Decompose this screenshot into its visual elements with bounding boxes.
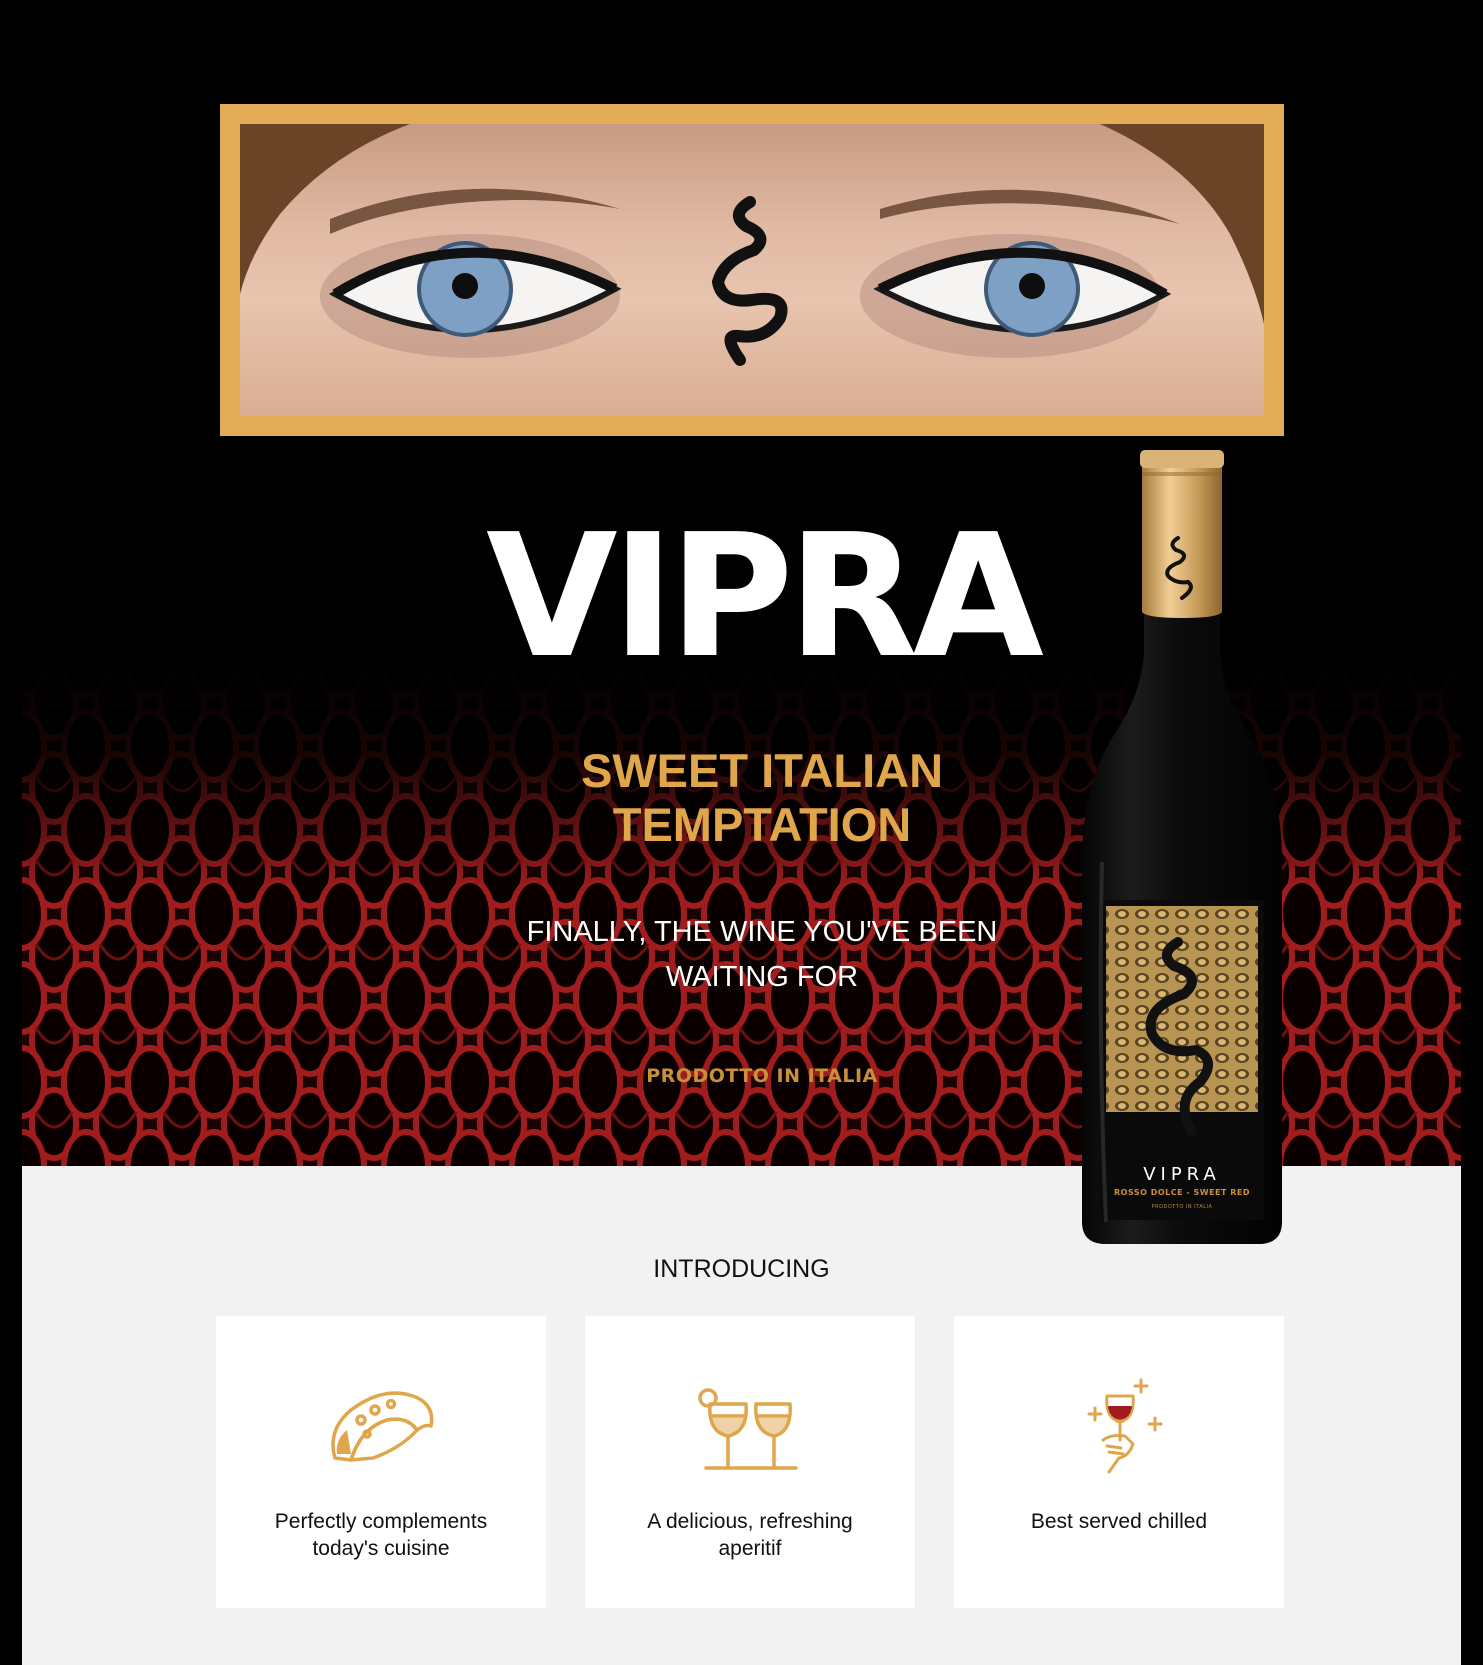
bottle-label-origin: PRODOTTO IN ITALIA <box>1151 1204 1213 1210</box>
feature-caption-aperitif: A delicious, refreshing aperitif <box>605 1508 895 1562</box>
feature-caption-chilled: Best served chilled <box>974 1508 1264 1535</box>
subline: FINALLY, THE WINE YOU'VE BEEN WAITING FO… <box>492 910 1032 1000</box>
caption-line-1: A delicious, refreshing <box>647 1510 853 1533</box>
tagline: SWEET ITALIAN TEMPTATION <box>492 744 1032 852</box>
bottle-label-brand: VIPRA <box>1143 1164 1221 1185</box>
feature-card-chilled: Best served chilled <box>954 1316 1284 1608</box>
introducing-heading: INTRODUCING <box>653 1255 830 1283</box>
snake-logo-icon <box>711 196 788 366</box>
brand-title: VIPRA <box>486 498 1044 696</box>
chilled-glass-icon <box>1059 1374 1179 1484</box>
made-in-italy: PRODOTTO IN ITALIA <box>646 1065 878 1087</box>
eyes-photo <box>240 124 1264 416</box>
feature-caption-cuisine: Perfectly complements today's cuisine <box>236 1508 526 1562</box>
feature-card-cuisine: Perfectly complements today's cuisine <box>216 1316 546 1608</box>
page-frame: VIPRA SWEET ITALIAN TEMPTATION FINALLY, … <box>22 22 1461 1665</box>
bottle-label-variety: ROSSO DOLCE - SWEET RED <box>1114 1188 1250 1197</box>
caption-line-2: aperitif <box>718 1537 782 1560</box>
tagline-line-2: TEMPTATION <box>612 798 912 851</box>
feature-card-aperitif: A delicious, refreshing aperitif <box>585 1316 915 1608</box>
taco-icon <box>321 1374 441 1484</box>
subline-line-2: WAITING FOR <box>665 961 859 993</box>
eyes-banner-frame <box>220 104 1284 436</box>
wine-bottle-image: VIPRA ROSSO DOLCE - SWEET RED PRODOTTO I… <box>1072 442 1292 1262</box>
feature-cards: Perfectly complements today's cuisine A … <box>216 1316 1326 1608</box>
caption-line-2: today's cuisine <box>312 1537 450 1560</box>
caption-line-1: Best served chilled <box>1030 1510 1208 1533</box>
caption-line-1: Perfectly complements <box>274 1510 488 1533</box>
subline-line-1: FINALLY, THE WINE YOU'VE BEEN <box>526 916 998 948</box>
wine-glasses-icon <box>690 1374 810 1484</box>
tagline-line-1: SWEET ITALIAN <box>580 744 944 797</box>
